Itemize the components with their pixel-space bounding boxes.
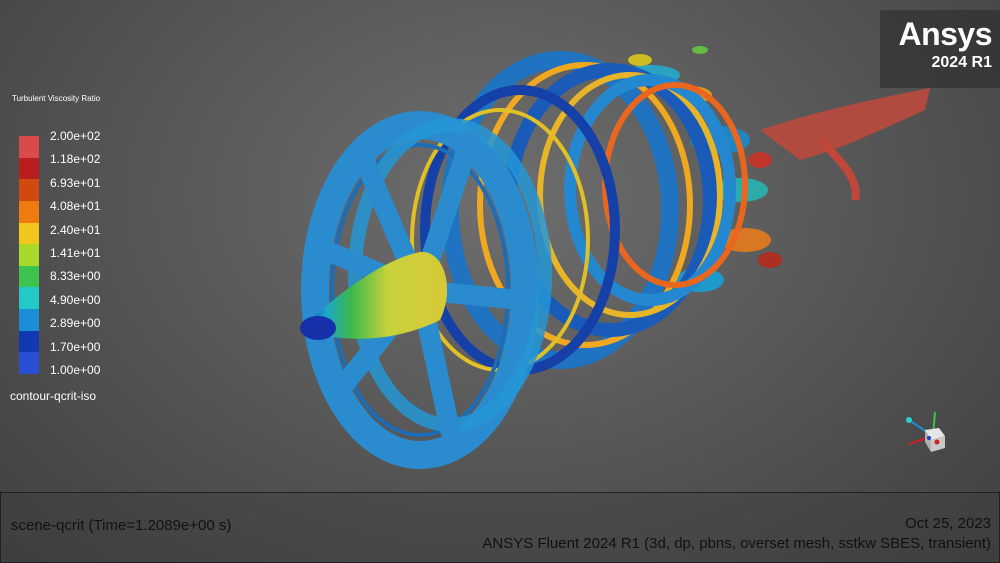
- solver-label: ANSYS Fluent 2024 R1 (3d, dp, pbns, over…: [482, 535, 991, 552]
- legend-color-swatch: [19, 330, 39, 353]
- date-label: Oct 25, 2023: [905, 515, 991, 532]
- legend-tick-label: 2.00e+02: [50, 129, 101, 143]
- legend-title: Turbulent Viscosity Ratio: [12, 94, 101, 103]
- legend-tick-label: 4.08e+01: [50, 199, 101, 214]
- legend-tick-label: 2.40e+01: [50, 222, 101, 237]
- legend-color-swatch: [19, 352, 39, 374]
- scene-label: scene-qcrit (Time=1.2089e+00 s): [11, 517, 232, 534]
- graphics-viewport[interactable]: [0, 0, 1000, 490]
- legend-tick-label: 4.90e+00: [50, 292, 101, 307]
- legend-color-swatch: [19, 244, 39, 266]
- legend-color-swatch: [19, 222, 39, 245]
- legend-color-swatch: [19, 179, 39, 201]
- legend-tick-label: 6.93e+01: [50, 175, 101, 190]
- ansys-logo: Ansys 2024 R1: [880, 10, 1000, 88]
- legend-tick-label: 1.18e+02: [50, 152, 101, 167]
- brand-version: 2024 R1: [931, 54, 993, 71]
- legend-color-swatch: [19, 287, 39, 309]
- color-legend-bar: [19, 136, 39, 374]
- legend-color-swatch: [19, 157, 39, 180]
- legend-tick-label: 8.33e+00: [50, 269, 101, 284]
- qcrit-isosurface-render: [300, 46, 930, 469]
- axis-triad-icon[interactable]: [895, 400, 955, 460]
- legend-tick-label: 1.41e+01: [50, 246, 101, 260]
- legend-color-swatch: [19, 309, 39, 331]
- contour-name: contour-qcrit-iso: [10, 389, 97, 403]
- legend-color-swatch: [19, 265, 39, 288]
- legend-tick-label: 1.70e+00: [50, 339, 101, 354]
- legend-color-swatch: [19, 136, 39, 158]
- legend-tick-label: 1.00e+00: [50, 363, 101, 377]
- legend-tick-label: 2.89e+00: [50, 316, 101, 331]
- info-panel: scene-qcrit (Time=1.2089e+00 s) Oct 25, …: [0, 492, 1000, 563]
- brand-name: Ansys: [898, 16, 992, 52]
- legend-color-swatch: [19, 200, 39, 223]
